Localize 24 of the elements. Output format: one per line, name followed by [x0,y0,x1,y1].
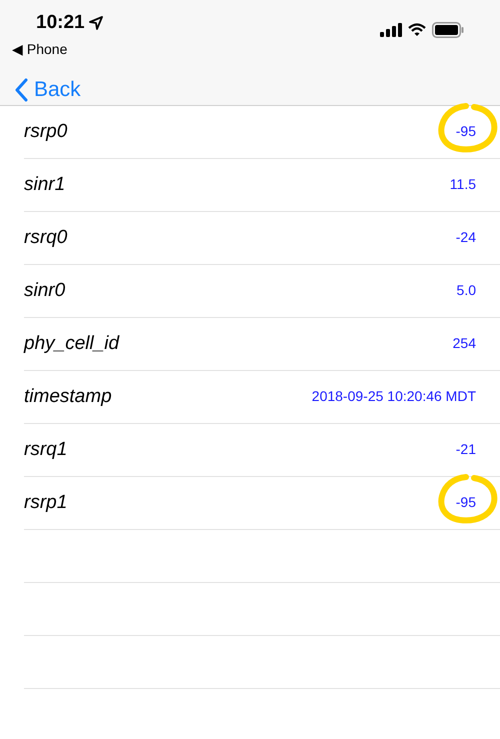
row-label: sinr0 [24,278,66,303]
row-label: phy_cell_id [24,332,120,356]
location-arrow-icon [88,16,103,30]
row-value: 11.5 [450,176,476,192]
row-value: -24 [456,229,476,245]
row-label: rsrp1 [24,490,68,515]
row-label: rsrq0 [24,226,68,250]
row-value: -95 [456,494,476,510]
row-label: rsrq1 [24,438,68,462]
chevron-left-icon [14,78,28,102]
row-value: -95 [456,123,476,139]
row-value: -21 [456,441,476,457]
row-value: 254 [452,335,476,351]
row-label: rsrp0 [24,120,68,144]
row-label: timestamp [24,384,112,409]
row-label: sinr1 [24,172,66,197]
battery-icon [432,22,464,38]
row-value: 2018-09-25 10:20:46 MDT [312,388,476,404]
wifi-icon [408,23,426,37]
row-value: 5.0 [456,282,476,298]
back-button[interactable]: Back [14,74,81,106]
status-time: 10:21 [36,10,85,35]
signal-icon [380,23,402,37]
back-to-app-link[interactable]: ◀ Phone [12,41,68,57]
